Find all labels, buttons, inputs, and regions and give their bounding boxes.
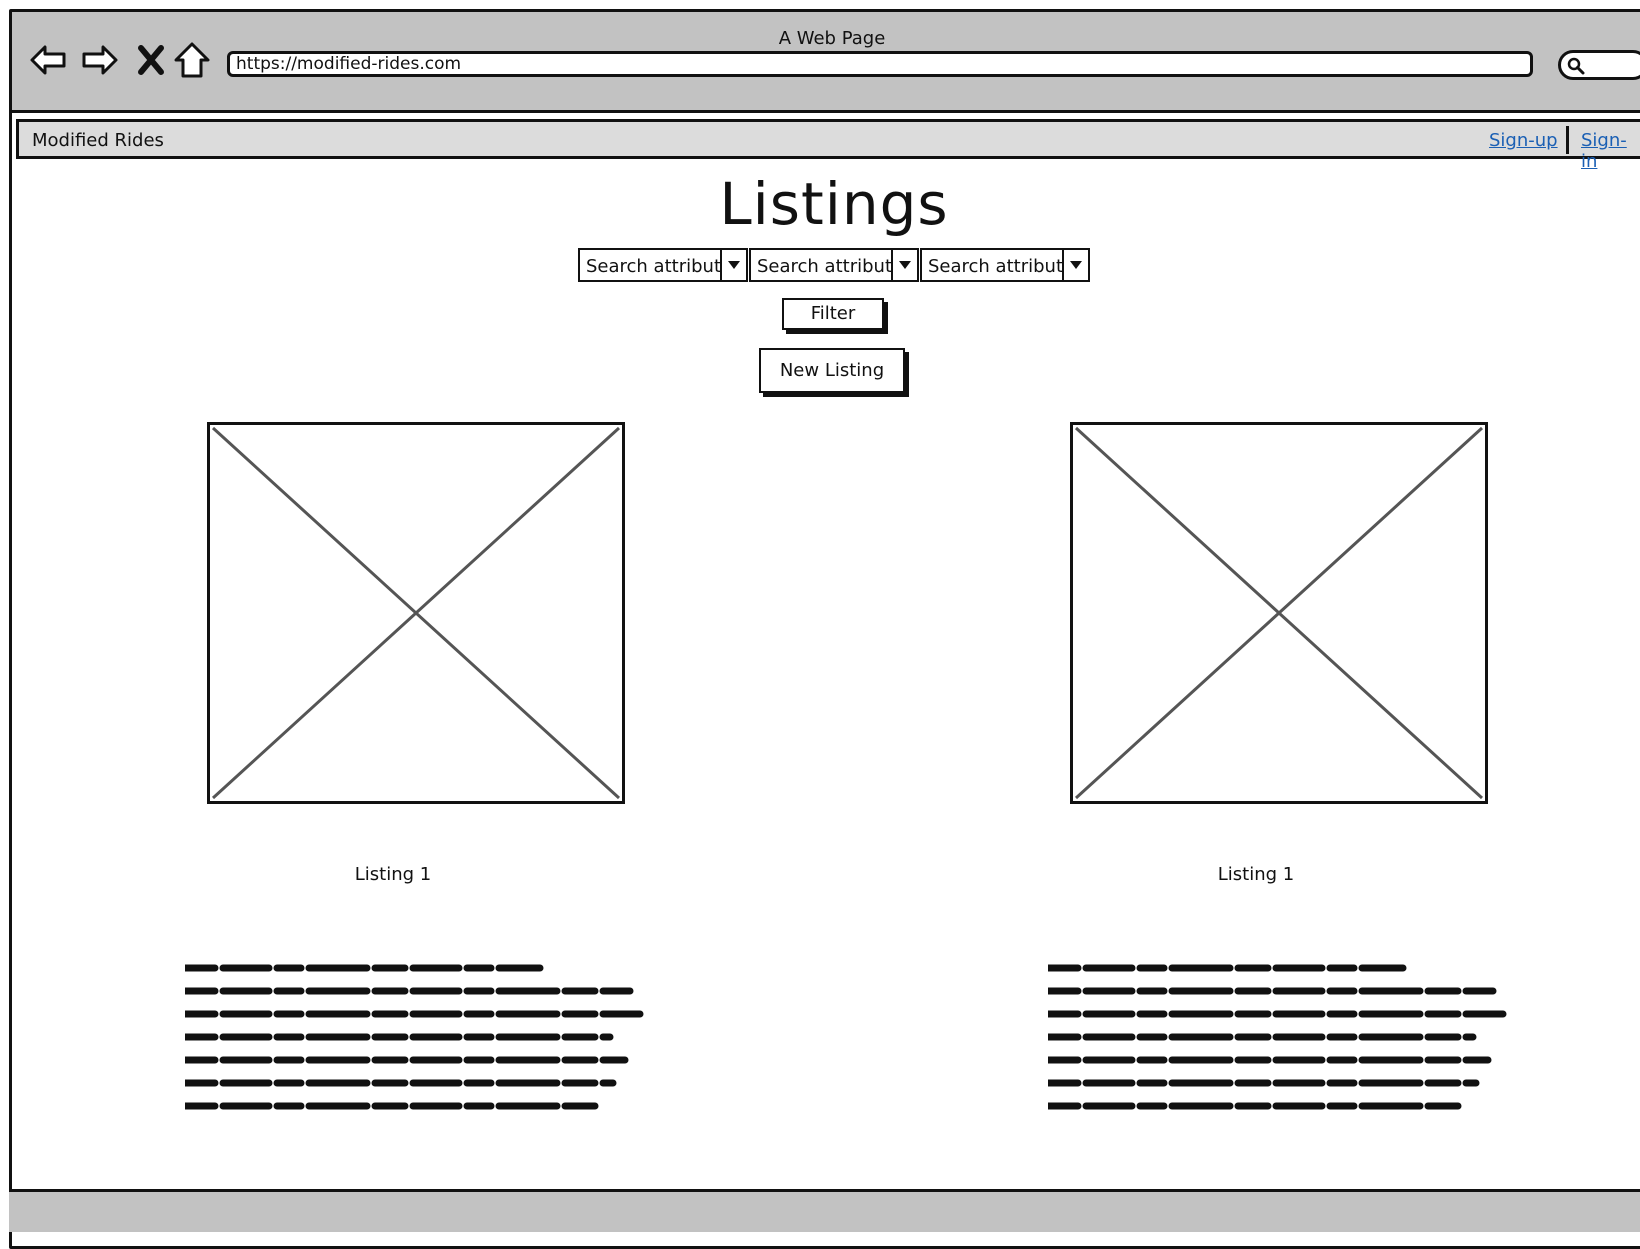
site-header: Modified Rides Sign-up Sign-in <box>16 119 1640 172</box>
filter-select-2[interactable]: Search attribute <box>749 248 919 282</box>
back-arrow-icon[interactable] <box>28 40 68 80</box>
signin-link[interactable]: Sign-in <box>1581 130 1640 172</box>
filter-button[interactable]: Filter <box>782 298 884 330</box>
url-bar[interactable]: https://modified-rides.com <box>227 51 1533 77</box>
page-title: Listings <box>719 170 949 238</box>
new-listing-button[interactable]: New Listing <box>759 348 905 393</box>
dropdown-arrow[interactable] <box>1062 250 1088 280</box>
filter-select-value: Search attribute <box>928 256 1075 277</box>
listing-title[interactable]: Listing 1 <box>293 864 493 885</box>
image-placeholder-icon[interactable] <box>1070 422 1488 804</box>
signup-link[interactable]: Sign-up <box>1489 130 1558 151</box>
site-brand: Modified Rides <box>32 130 164 151</box>
forward-arrow-icon[interactable] <box>80 40 120 80</box>
filter-select-3[interactable]: Search attribute <box>920 248 1090 282</box>
filter-select-value: Search attribute <box>757 256 904 277</box>
listing-description-scribble <box>185 956 645 1116</box>
image-placeholder-icon[interactable] <box>207 422 625 804</box>
filter-select-value: Search attribute <box>586 256 733 277</box>
link-divider <box>1566 126 1569 154</box>
close-x-icon[interactable] <box>131 40 171 80</box>
dropdown-arrow[interactable] <box>891 250 917 280</box>
home-icon[interactable] <box>172 40 212 80</box>
window-title: A Web Page <box>778 28 886 49</box>
listing-title[interactable]: Listing 1 <box>1156 864 1356 885</box>
browser-statusbar <box>9 1189 1640 1232</box>
dropdown-arrow[interactable] <box>720 250 746 280</box>
filter-select-1[interactable]: Search attribute <box>578 248 748 282</box>
listing-description-scribble <box>1048 956 1508 1116</box>
browser-search-field[interactable] <box>1558 50 1640 80</box>
